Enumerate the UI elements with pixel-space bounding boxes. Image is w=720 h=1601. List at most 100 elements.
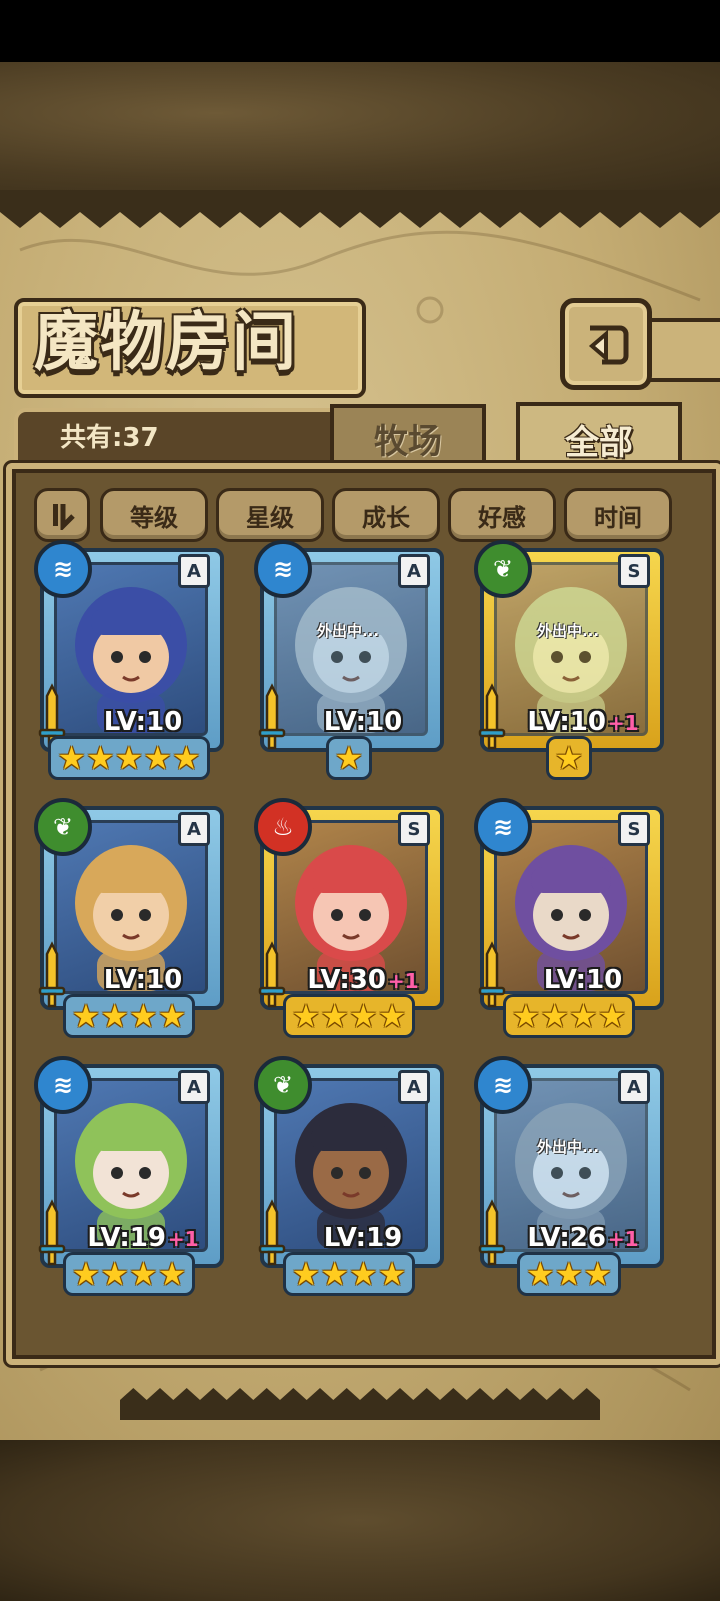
monster-level: LV:19 +1 [78,1222,208,1254]
monster-card[interactable]: ❦ A LV:19 ★ ★ ★ ★ [254,1056,444,1296]
background-map-bottom [0,1440,720,1601]
star-rating: ★ ★ ★ ★ [274,1252,424,1296]
monster-level: LV:10 [78,706,208,738]
rank-badge: S [398,812,430,846]
star-bar: ★ [545,736,593,780]
star-icon: ★ [71,1255,101,1293]
monster-level: LV:10 +1 [518,706,648,738]
star-icon: ★ [583,1255,613,1293]
star-icon: ★ [554,1255,584,1293]
star-icon: ★ [100,997,129,1035]
sort-time-button[interactable]: 时间 [564,488,672,542]
monster-level: LV:10 [78,964,208,996]
star-bar: ★ ★ ★ ★ [282,994,416,1038]
monster-level: LV:19 [298,1222,428,1254]
star-icon: ★ [554,739,584,777]
monster-card[interactable]: ♨ S LV:30 +1 ★ ★ ★ ★ [254,798,444,1038]
star-icon: ★ [334,739,364,777]
monster-level: LV:30 +1 [298,964,428,996]
rank-badge: A [178,812,210,846]
star-bar: ★ ★ ★ [516,1252,622,1296]
star-icon: ★ [291,1255,321,1293]
monster-card[interactable]: 外出中... ❦ S LV:10 +1 ★ [474,540,664,780]
star-icon: ★ [291,997,321,1035]
monster-card[interactable]: ≋ S LV:10 ★ ★ ★ ★ [474,798,664,1038]
star-icon: ★ [100,1255,129,1293]
water-element-icon: ≋ [34,540,92,598]
star-icon: ★ [85,739,115,777]
star-icon: ★ [511,997,541,1035]
star-icon: ★ [114,739,144,777]
star-bar: ★ ★ ★ ★ [502,994,636,1038]
star-bar: ★ ★ ★ ★ [62,1252,196,1296]
monster-card[interactable]: ❦ A LV:10 ★ ★ ★ ★ [34,798,224,1038]
sort-affection-button[interactable]: 好感 [448,488,556,542]
star-bar: ★ ★ ★ ★ ★ [48,736,210,780]
star-bar: ★ [325,736,373,780]
out-status-label: 外出中... [316,622,380,640]
level-plus: +1 [607,711,639,735]
level-text: LV:10 [103,965,183,995]
star-icon: ★ [71,997,101,1035]
tab-farm[interactable]: 牧场 [330,404,486,468]
level-text: LV:30 [307,965,386,995]
water-element-icon: ≋ [474,798,532,856]
star-rating: ★ ★ ★ ★ [54,1252,204,1296]
level-text: LV:10 [543,965,623,995]
monster-card[interactable]: ≋ A LV:19 +1 ★ ★ ★ ★ [34,1056,224,1296]
star-icon: ★ [57,739,86,777]
level-text: LV:19 [87,1223,166,1253]
star-rating: ★ ★ ★ ★ [274,994,424,1038]
star-icon: ★ [320,997,349,1035]
back-button[interactable] [560,298,652,390]
star-icon: ★ [349,1255,378,1293]
water-element-icon: ≋ [254,540,312,598]
level-text: LV:19 [323,1223,403,1253]
star-icon: ★ [129,1255,158,1293]
level-text: LV:10 [103,707,183,737]
star-rating: ★ [274,736,424,780]
rank-badge: A [398,554,430,588]
star-icon: ★ [157,1255,187,1293]
level-plus: +1 [387,969,419,993]
star-bar: ★ ★ ★ ★ [62,994,196,1038]
water-element-icon: ≋ [474,1056,532,1114]
star-icon: ★ [597,997,627,1035]
sort-order-button[interactable] [34,488,90,542]
tab-all[interactable]: 全部 [516,402,682,472]
sort-order-icon [53,504,75,530]
fire-element-icon: ♨ [254,798,312,856]
sort-growth-button[interactable]: 成长 [332,488,440,542]
monster-card[interactable]: 外出中... ≋ A LV:10 ★ [254,540,444,780]
monster-level: LV:26 +1 [518,1222,648,1254]
star-icon: ★ [157,997,187,1035]
star-rating: ★ ★ ★ ★ [494,994,644,1038]
star-icon: ★ [129,997,158,1035]
wood-element-icon: ❦ [254,1056,312,1114]
star-icon: ★ [377,997,407,1035]
monster-card[interactable]: ≋ A LV:10 ★ ★ ★ ★ ★ [34,540,224,780]
star-bar: ★ ★ ★ ★ [282,1252,416,1296]
page-title: 魔物房间 [34,305,298,380]
status-bar [0,0,720,62]
level-plus: +1 [607,1227,639,1251]
monster-card[interactable]: 外出中... ≋ A LV:26 +1 ★ ★ ★ [474,1056,664,1296]
rank-badge: A [178,554,210,588]
monster-count: 共有:37 [60,423,159,453]
water-element-icon: ≋ [34,1056,92,1114]
background-map-top [0,62,720,190]
sort-star-button[interactable]: 星级 [216,488,324,542]
star-rating: ★ ★ ★ ★ [54,994,204,1038]
wood-element-icon: ❦ [34,798,92,856]
star-icon: ★ [172,739,201,777]
star-icon: ★ [349,997,378,1035]
level-text: LV:10 [527,707,606,737]
out-status-label: 外出中... [536,1138,600,1156]
star-rating: ★ [494,736,644,780]
rank-badge: S [618,812,650,846]
monster-level: LV:10 [298,706,428,738]
level-plus: +1 [167,1227,199,1251]
sort-level-button[interactable]: 等级 [100,488,208,542]
out-status-label: 外出中... [536,622,600,640]
star-icon: ★ [540,997,569,1035]
